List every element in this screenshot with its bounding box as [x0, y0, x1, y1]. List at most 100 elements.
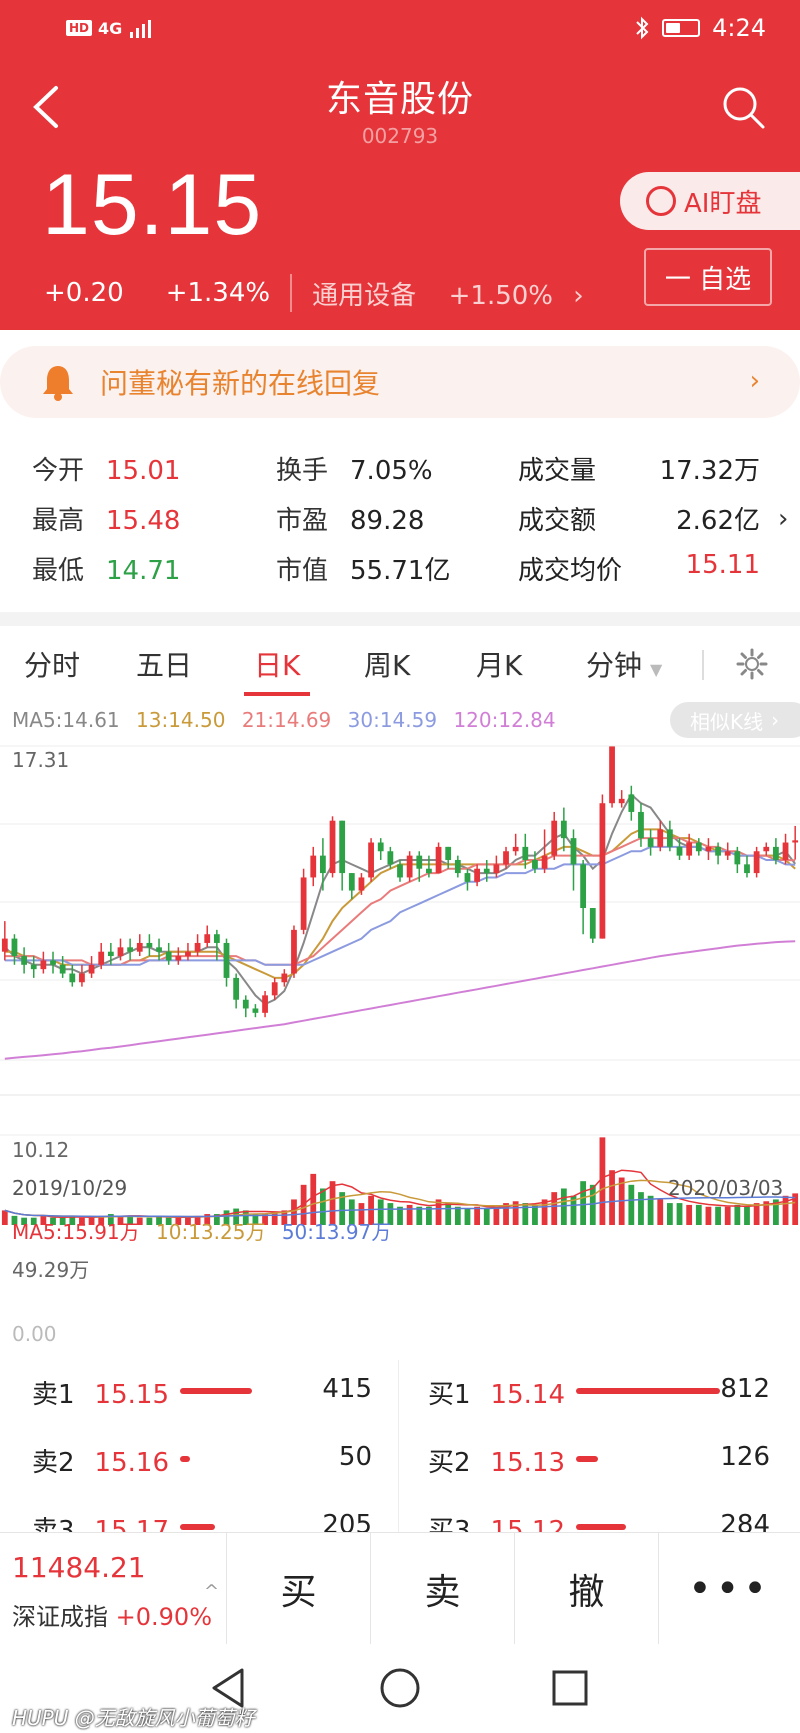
candle-body: [589, 908, 596, 939]
volume-bar: [715, 1206, 721, 1225]
candle-body: [127, 947, 134, 952]
candle-body: [300, 877, 307, 930]
stat-open: 今开 15.01: [32, 450, 180, 487]
index-name-row: 深证成指 +0.90%: [12, 1597, 212, 1632]
volume-bar: [724, 1206, 731, 1225]
index-ticker[interactable]: 11484.21 深证成指 +0.90% ^: [0, 1533, 226, 1645]
sector-name: 通用设备: [312, 280, 417, 311]
candle-body: [522, 846, 529, 860]
chevron-right-icon: ›: [749, 366, 760, 396]
candle-body: [204, 934, 211, 943]
volume-bar: [454, 1206, 461, 1225]
bluetooth-icon: [636, 16, 649, 40]
candle-body: [541, 855, 548, 869]
index-change: +0.90%: [115, 1603, 212, 1631]
buy-button[interactable]: 买: [226, 1533, 370, 1645]
candle-body: [136, 942, 143, 952]
nav-recents-icon[interactable]: [546, 1664, 594, 1712]
candle-body: [165, 951, 172, 961]
sell-level-label: 卖2: [32, 1448, 75, 1478]
tab-intraday[interactable]: 分时: [24, 644, 80, 684]
y-axis-max: 17.31: [12, 748, 70, 772]
sell-qty: 205: [322, 1510, 372, 1532]
stat-volume-value: 17.32万: [659, 456, 760, 486]
ma-line-ma5: [4, 792, 796, 1006]
current-price: 15.15: [42, 157, 263, 253]
candle-body: [107, 951, 114, 957]
quote-stats[interactable]: 今开 15.01 最高 15.48 最低 14.71 换手 7.05% 市盈 89.28 …: [0, 440, 800, 600]
buy-level-label: 买2: [428, 1448, 471, 1478]
buy-level-label: 买1: [428, 1380, 471, 1410]
volume-bar: [474, 1206, 480, 1225]
volume-bar: [445, 1203, 452, 1225]
network-label: 4G: [98, 18, 123, 38]
buy-level-label: 买3: [428, 1516, 471, 1532]
index-name: 深证成指: [12, 1603, 108, 1631]
search-icon[interactable]: [720, 84, 768, 132]
candle-body: [30, 964, 37, 970]
buy-price: 15.13: [490, 1448, 565, 1478]
ma-line-ma120: [4, 940, 796, 1060]
volume-bar: [657, 1199, 664, 1225]
candle-body: [570, 838, 577, 865]
sector-link[interactable]: 通用设备 +1.50% ›: [312, 275, 584, 312]
separator: [290, 274, 293, 312]
candle-body: [512, 846, 519, 852]
volume-bar: [705, 1206, 712, 1225]
order-book[interactable]: 卖1 15.15 415 卖2 15.16 50 卖3 15.17 205 买1 15.…: [0, 1360, 800, 1532]
volume-bar: [609, 1170, 615, 1225]
remove-favorite-button[interactable]: 一 自选: [644, 248, 772, 306]
candle-body: [657, 829, 664, 847]
price-change: +0.20: [44, 278, 124, 308]
tab-monthly-k[interactable]: 月K: [476, 644, 522, 684]
volume-legend: MA5:15.91万 10:13.25万 50:13.97万: [12, 1216, 401, 1245]
signal-icon: [130, 20, 152, 38]
candle-body: [705, 846, 712, 852]
volume-bar: [560, 1188, 567, 1225]
stat-high-label: 最高: [32, 506, 85, 536]
tab-daily-k[interactable]: 日K: [254, 644, 300, 684]
kline-chart[interactable]: [0, 700, 800, 1360]
volume-bar: [522, 1203, 529, 1225]
similar-kline-button[interactable]: 相似K线 ›: [670, 702, 800, 738]
sell-level-3: 卖3 15.17: [32, 1510, 169, 1532]
stat-low-label: 最低: [32, 556, 85, 586]
volume-bar: [676, 1203, 683, 1225]
cancel-order-button[interactable]: 撤: [514, 1533, 658, 1645]
tab-minute[interactable]: 分钟 ▼: [586, 644, 662, 684]
ai-watch-button[interactable]: AI盯盘: [620, 172, 800, 230]
separator: [702, 650, 704, 680]
gear-icon[interactable]: [736, 648, 768, 680]
candle-body: [329, 820, 336, 874]
ai-chart-icon: [646, 186, 676, 216]
candle-body: [618, 798, 625, 804]
secretary-notice[interactable]: 问董秘有新的在线回复 ›: [0, 346, 800, 418]
candle-body: [88, 964, 95, 974]
more-button[interactable]: •••: [658, 1533, 800, 1645]
buy-volume-bar: [576, 1388, 720, 1394]
stat-avg-value: 15.11: [685, 550, 760, 580]
candle-body: [358, 877, 365, 891]
notice-text: 问董秘有新的在线回复: [100, 367, 381, 400]
stat-mcap-label: 市值: [276, 556, 329, 586]
sell-qty: 415: [322, 1374, 372, 1404]
stat-low-value: 14.71: [106, 556, 181, 586]
buy-volume-bar: [576, 1524, 626, 1530]
candle-body: [416, 855, 423, 869]
candle-body: [291, 929, 297, 974]
candle-body: [59, 964, 66, 974]
sell-button[interactable]: 卖: [370, 1533, 514, 1645]
nav-home-icon[interactable]: [376, 1664, 424, 1712]
tab-weekly-k[interactable]: 周K: [364, 644, 410, 684]
tab-five-day[interactable]: 五日: [136, 644, 192, 684]
stat-pe: 市盈 89.28: [276, 500, 424, 537]
stat-turnover-label: 换手: [276, 456, 329, 486]
status-right: 4:24: [634, 14, 766, 42]
stock-code: 002793: [361, 124, 439, 148]
stat-amount-label: 成交额: [518, 506, 597, 536]
hd-badge: HD: [66, 20, 93, 36]
sell-qty: 50: [338, 1442, 372, 1472]
sell-volume-bar: [180, 1388, 252, 1394]
kline-chart-area[interactable]: [0, 700, 800, 1360]
candle-body: [638, 811, 644, 839]
